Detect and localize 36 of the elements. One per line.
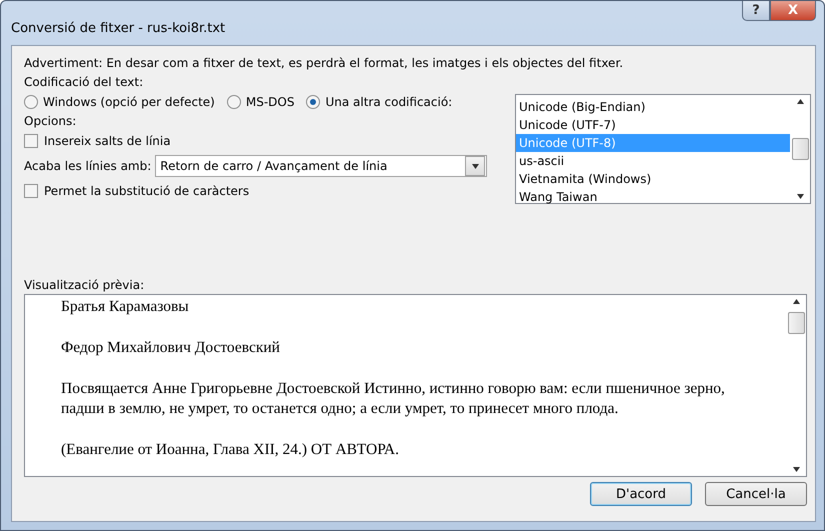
line-end-label: Acaba les línies amb: <box>24 159 152 173</box>
list-item[interactable]: Unicode (Big-Endian) <box>516 98 790 116</box>
preview-paragraph: Посвящается Анне Григорьевне Достоевской Истинно, истинно говорю вам: если пшеничное зерно, падши в землю, не умрет, то останется одно; а если умрет, то принесет много плода. <box>61 379 726 419</box>
list-item[interactable]: us-ascii <box>516 152 790 170</box>
help-button[interactable]: ? <box>742 1 770 21</box>
preview-paragraph: Федор Михайлович Достоевский <box>61 338 281 358</box>
preview-paragraph: Братья Карамазовы <box>61 297 190 317</box>
list-item[interactable]: Wang Taiwan <box>516 188 790 206</box>
options-label: Opcions: <box>24 113 78 130</box>
cancel-button[interactable]: Cancel·la <box>705 482 807 506</box>
radio-button[interactable] <box>24 95 38 109</box>
radio-label: MS-DOS <box>246 95 294 109</box>
preview-paragraph: (Евангелие от Иоанна, Глава XII, 24.) ОТ АВТОРА. <box>61 440 400 460</box>
checkbox-label: Permet la substitució de caràcters <box>44 184 250 198</box>
scroll-up-icon[interactable] <box>792 299 800 304</box>
radio-button[interactable] <box>226 95 241 109</box>
radio-label: Windows (opció per defecte) <box>43 95 215 109</box>
checkbox[interactable] <box>24 134 38 148</box>
scrollbar-thumb[interactable] <box>792 138 808 160</box>
checkbox[interactable] <box>24 184 38 198</box>
scroll-down-icon[interactable] <box>792 467 800 472</box>
list-item[interactable]: Vietnamita (Windows) <box>516 170 790 188</box>
ok-button[interactable]: D'acord <box>590 482 692 506</box>
checkbox-label: Insereix salts de línia <box>44 134 171 148</box>
preview-label: Visualització prèvia: <box>24 277 146 294</box>
dropdown-arrow-icon[interactable] <box>472 164 479 168</box>
list-item[interactable]: Unicode (UTF-7) <box>516 116 790 134</box>
scroll-up-icon[interactable] <box>796 99 804 104</box>
line-end-dropdown[interactable]: Retorn de carro / Avançament de línia <box>155 155 488 177</box>
scroll-down-icon[interactable] <box>796 194 804 199</box>
radio-label: Una altra codificació: <box>325 95 452 109</box>
scrollbar-thumb[interactable] <box>788 312 804 334</box>
warning-text: Advertiment: En desar com a fitxer de text, es perdrà el format, les imatges i els objectes del fitxer. <box>24 55 624 72</box>
window-title: Conversió de fitxer - rus-koi8r.txt <box>11 21 226 36</box>
radio-button[interactable] <box>306 95 320 109</box>
encoding-label: Codificació del text: <box>24 74 144 91</box>
